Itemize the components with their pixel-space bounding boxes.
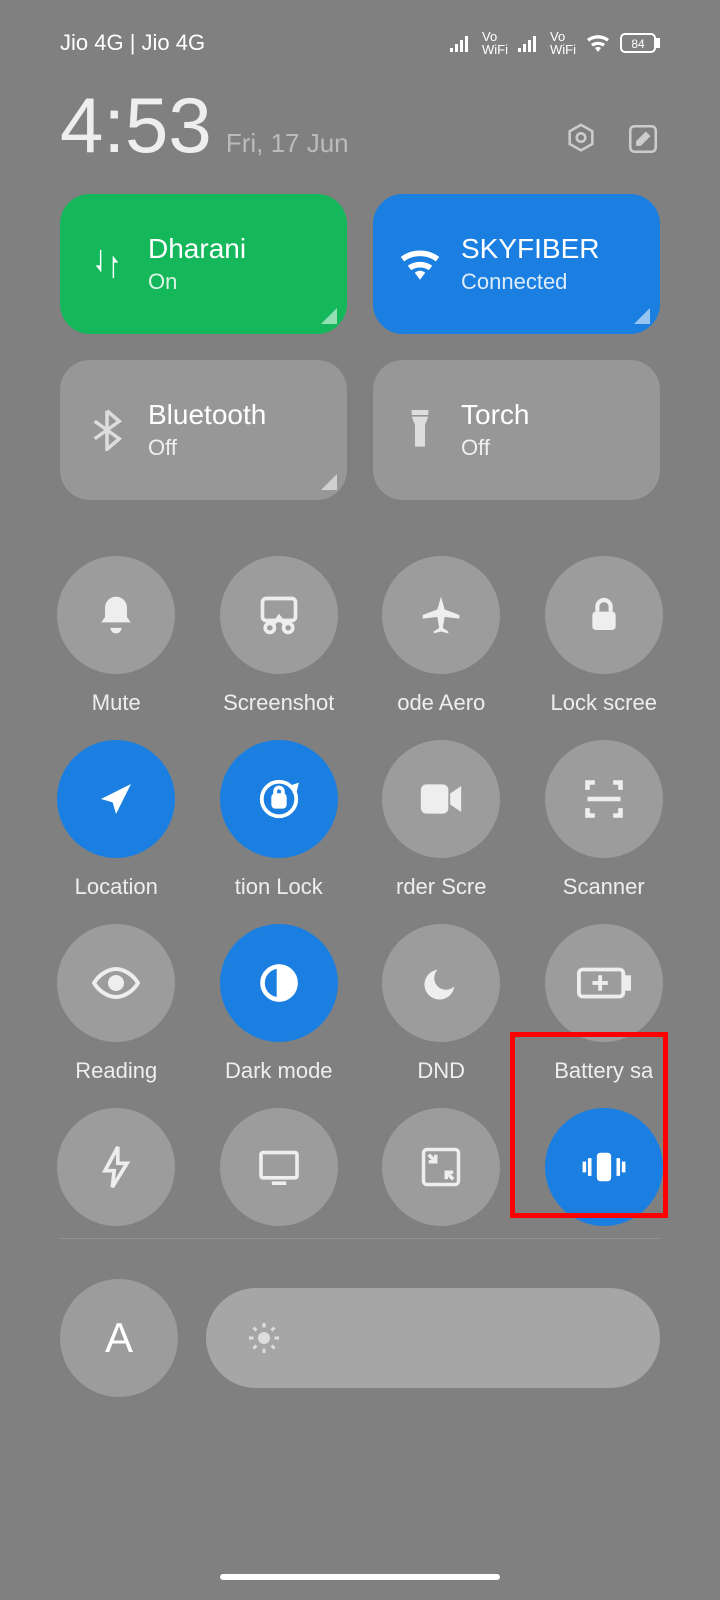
battery-plus-icon: [577, 967, 631, 999]
status-icons: VoWiFi VoWiFi 84: [450, 30, 660, 56]
airplane-toggle[interactable]: ode Aero: [375, 556, 508, 716]
nav-home-bar[interactable]: [220, 1574, 500, 1580]
bluetooth-tile[interactable]: Bluetooth Off: [60, 360, 347, 500]
brightness-slider[interactable]: [206, 1288, 660, 1388]
lock-icon: [584, 595, 624, 635]
auto-brightness-button[interactable]: A: [60, 1279, 178, 1397]
cast-toggle[interactable]: [213, 1108, 346, 1226]
wifi-status-icon: [586, 34, 610, 52]
signal-icon: [450, 34, 472, 52]
auto-label: A: [105, 1314, 133, 1362]
mute-toggle[interactable]: Mute: [50, 556, 183, 716]
torch-tile[interactable]: Torch Off: [373, 360, 660, 500]
arrows-in-icon: [420, 1146, 462, 1188]
bluetooth-icon: [92, 409, 122, 451]
airplane-icon: [419, 593, 463, 637]
vibrate-toggle[interactable]: [538, 1108, 671, 1226]
expand-corner-icon: [321, 308, 337, 324]
settings-icon[interactable]: [564, 122, 598, 156]
performance-toggle[interactable]: [50, 1108, 183, 1226]
contrast-icon: [257, 961, 301, 1005]
carrier-text: Jio 4G | Jio 4G: [60, 30, 205, 56]
status-bar: Jio 4G | Jio 4G VoWiFi VoWiFi 84: [0, 0, 720, 66]
wifi-tile-title: SKYFIBER: [461, 233, 599, 265]
torch-icon: [407, 410, 433, 450]
floating-window-toggle[interactable]: [375, 1108, 508, 1226]
screen-record-toggle[interactable]: rder Scre: [375, 740, 508, 900]
quick-settings-grid: Mute Screenshot ode Aero Lock scree Loca…: [0, 526, 720, 1226]
scanner-toggle[interactable]: Scanner: [538, 740, 671, 900]
location-toggle[interactable]: Location: [50, 740, 183, 900]
signal2-icon: [518, 34, 540, 52]
dnd-toggle[interactable]: DND: [375, 924, 508, 1084]
data-tile-sub: On: [148, 269, 246, 295]
battery-saver-toggle[interactable]: Battery sa: [538, 924, 671, 1084]
reading-mode-toggle[interactable]: Reading: [50, 924, 183, 1084]
video-icon: [419, 782, 463, 816]
header: 4:53 Fri, 17 Jun: [0, 66, 720, 194]
wifi-icon: [399, 248, 441, 280]
scanner-icon: [582, 777, 626, 821]
battery-status-icon: 84: [620, 33, 660, 53]
vowifi2-icon: VoWiFi: [550, 30, 576, 56]
screenshot-toggle[interactable]: Screenshot: [213, 556, 346, 716]
svg-text:84: 84: [631, 37, 645, 51]
wifi-tile-sub: Connected: [461, 269, 599, 295]
rotation-lock-toggle[interactable]: tion Lock: [213, 740, 346, 900]
data-tile-title: Dharani: [148, 233, 246, 265]
moon-icon: [421, 963, 461, 1003]
dark-mode-toggle[interactable]: Dark mode: [213, 924, 346, 1084]
lock-screen-toggle[interactable]: Lock scree: [538, 556, 671, 716]
clock-date: Fri, 17 Jun: [226, 128, 349, 159]
expand-corner-icon: [634, 308, 650, 324]
cast-icon: [257, 1149, 301, 1185]
clock-time: 4:53: [60, 86, 212, 164]
mobile-data-tile[interactable]: Dharani On: [60, 194, 347, 334]
vibrate-icon: [579, 1149, 629, 1185]
sun-icon: [246, 1320, 282, 1356]
wifi-tile[interactable]: SKYFIBER Connected: [373, 194, 660, 334]
data-arrows-icon: [90, 244, 124, 284]
vowifi-icon: VoWiFi: [482, 30, 508, 56]
rotation-lock-icon: [256, 776, 302, 822]
location-arrow-icon: [96, 779, 136, 819]
expand-corner-icon: [321, 474, 337, 490]
bell-icon: [94, 593, 138, 637]
bolt-icon: [99, 1145, 133, 1189]
bt-tile-title: Bluetooth: [148, 399, 266, 431]
torch-tile-title: Torch: [461, 399, 529, 431]
eye-icon: [92, 967, 140, 999]
bt-tile-sub: Off: [148, 435, 266, 461]
edit-icon[interactable]: [626, 122, 660, 156]
torch-tile-sub: Off: [461, 435, 529, 461]
scissors-icon: [257, 593, 301, 637]
